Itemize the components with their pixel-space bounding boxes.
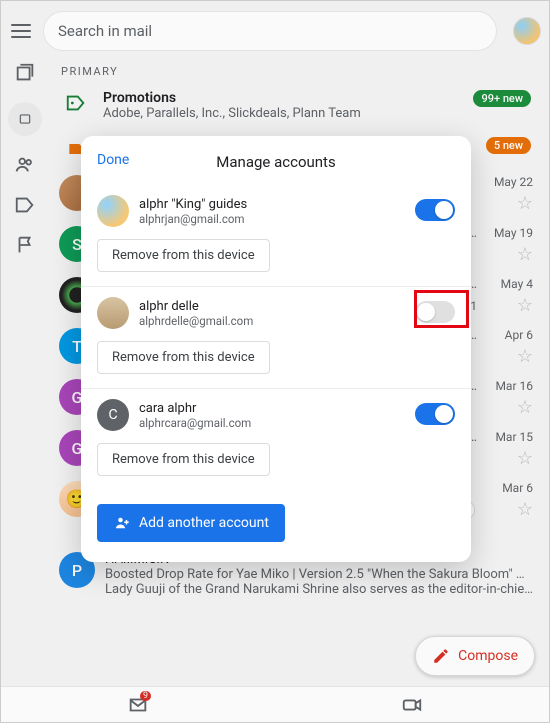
- add-account-label: Add another account: [139, 515, 269, 531]
- done-button[interactable]: Done: [97, 152, 129, 168]
- account-name: alphr delle: [139, 299, 253, 314]
- annotation-highlight: [414, 290, 469, 328]
- account-toggle[interactable]: [415, 199, 455, 221]
- account-avatar: [97, 297, 129, 329]
- manage-accounts-modal: Done Manage accounts alphr "King" guides…: [81, 136, 471, 562]
- account-avatar: [97, 195, 129, 227]
- person-plus-icon: [113, 514, 131, 532]
- remove-account-button[interactable]: Remove from this device: [97, 443, 270, 476]
- account-row: alphr "King" guides alphrjan@gmail.com R…: [81, 185, 471, 287]
- account-row: C cara alphr alphrcara@gmail.com Remove …: [81, 389, 471, 490]
- account-name: cara alphr: [139, 401, 251, 416]
- account-row: alphr delle alphrdelle@gmail.com Remove …: [81, 287, 471, 389]
- account-avatar: C: [97, 399, 129, 431]
- account-email: alphrdelle@gmail.com: [139, 314, 253, 328]
- account-email: alphrjan@gmail.com: [139, 212, 247, 226]
- account-email: alphrcara@gmail.com: [139, 416, 251, 430]
- remove-account-button[interactable]: Remove from this device: [97, 239, 270, 272]
- account-toggle[interactable]: [415, 403, 455, 425]
- modal-title: Manage accounts: [216, 153, 335, 171]
- account-name: alphr "King" guides: [139, 197, 247, 212]
- add-account-button[interactable]: Add another account: [97, 504, 285, 542]
- remove-account-button[interactable]: Remove from this device: [97, 341, 270, 374]
